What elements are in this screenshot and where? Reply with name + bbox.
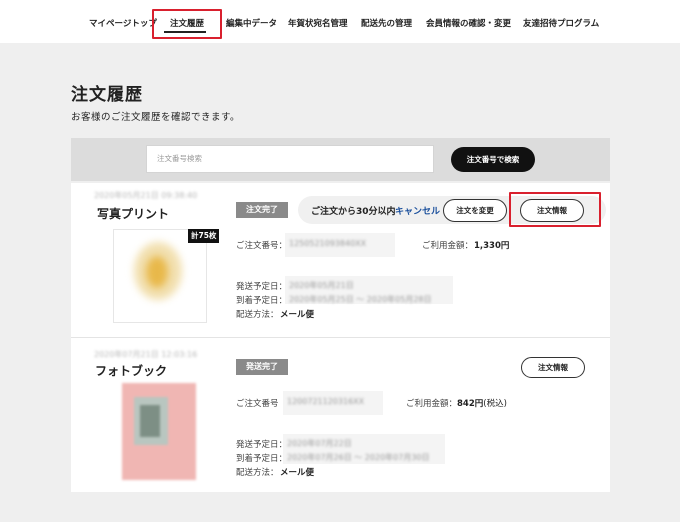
amount-label: ご利用金額： [406,399,458,409]
amount-label: ご利用金額： [422,241,474,251]
nav-item-delivery-address[interactable]: 配送先の管理 [361,17,412,29]
delivery-method-label: 配送方法： [236,468,279,478]
product-thumbnail[interactable] [122,383,196,480]
delivery-method-value: メール便 [280,310,315,320]
page-title: 注文履歴 [71,85,143,105]
arrival-date-value: 2020年07月26日 ～ 2020年07月30日 [287,453,430,462]
delivery-method-label: 配送方法： [236,310,279,320]
product-name: 写真プリント [97,207,170,221]
amount-tax-note: (税込) [483,399,507,409]
delivery-method-value: メール便 [280,468,315,478]
top-navigation: マイページトップ 注文履歴 編集中データ 年賀状宛名管理 配送先の管理 会員情報… [0,0,680,43]
order-date: 2020年05月21日 09:38:40 [94,191,198,200]
highlight-box-order-info [509,192,601,227]
product-thumbnail[interactable] [113,229,207,323]
arrival-date-value: 2020年05月25日 ～ 2020年05月28日 [289,295,432,304]
print-count-badge: 計75枚 [188,229,220,243]
change-order-button[interactable]: 注文を変更 [443,199,507,222]
thumbnail-image-detail [140,405,160,437]
nav-item-new-year-address[interactable]: 年賀状宛名管理 [288,17,348,29]
product-name: フォトブック [95,364,168,378]
search-by-order-number-button[interactable]: 注文番号で検索 [451,147,535,172]
cancel-order-link[interactable]: キャンセル [395,204,440,217]
order-info-button[interactable]: 注文情報 [521,357,585,378]
nav-item-mypage-top[interactable]: マイページトップ [89,17,157,29]
order-number-label: ご注文番号 [236,399,279,409]
nav-item-member-info[interactable]: 会員情報の確認・変更 [426,17,511,29]
nav-item-invite-friends[interactable]: 友達招待プログラム [523,17,599,29]
order-number-value: 1250521093840XX [289,239,367,248]
order-date: 2020年07月21日 12:03:16 [94,350,198,359]
cancel-window-notice: ご注文から30分以内 [311,207,396,217]
ship-date-label: 発送予定日： [236,440,288,450]
status-badge: 発送完了 [236,359,288,375]
ship-date-value: 2020年07月22日 [287,439,352,448]
arrival-date-label: 到着予定日： [236,454,288,464]
amount-value: 1,330円 [474,241,510,251]
highlight-box-order-history [152,9,222,39]
status-badge: 注文完了 [236,202,288,218]
thumbnail-image-detail [146,256,168,288]
order-number-label: ご注文番号： [236,241,288,251]
amount-value: 842円(税込) [457,397,507,409]
page-description: お客様のご注文履歴を確認できます。 [71,112,241,123]
arrival-date-label: 到着予定日： [236,296,288,306]
ship-date-value: 2020年05月21日 [289,281,354,290]
nav-item-editing-data[interactable]: 編集中データ [226,17,277,29]
amount-value-number: 842円 [457,399,484,409]
order-number-value: 1200721120316XX [287,397,365,406]
order-number-search-input[interactable]: 注文番号検索 [146,145,434,173]
ship-date-label: 発送予定日： [236,282,288,292]
